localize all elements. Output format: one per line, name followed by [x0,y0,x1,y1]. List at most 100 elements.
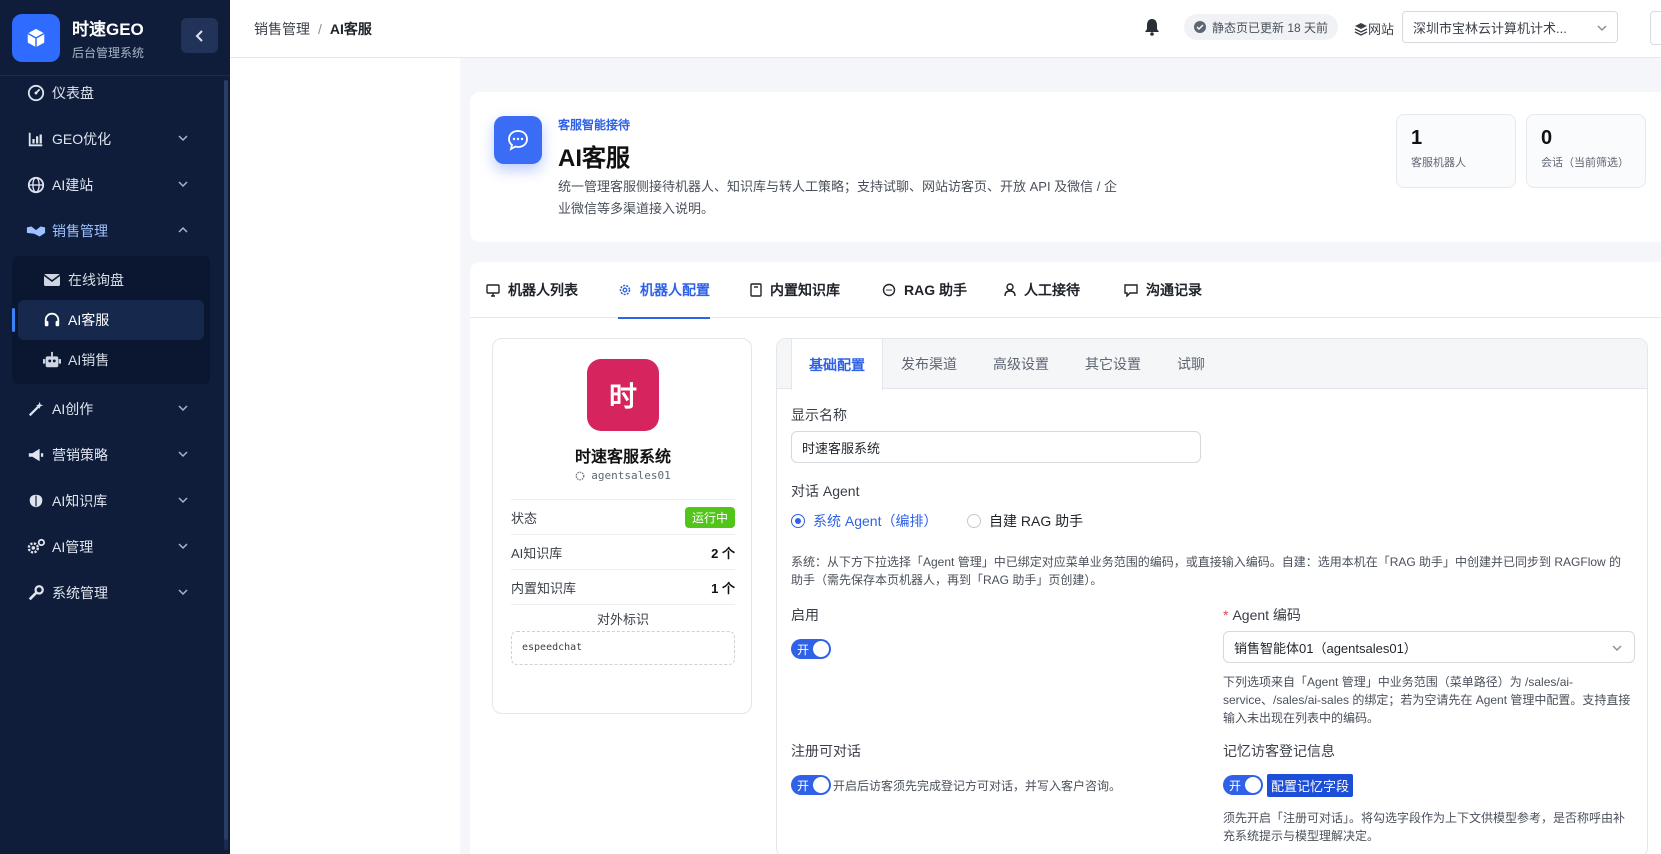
status-badge: 运行中 [684,506,735,528]
tab-bot-list[interactable]: 机器人列表 [486,262,578,318]
sidebar-nav: 仪表盘 GEO优化 AI建站 销售管理 在线询盘 AI客服 AI销售 AI创作 … [0,76,224,616]
sidebar-item-marketing[interactable]: 营销策略 [0,432,224,478]
info-row-status: 状态 运行中 [511,500,735,535]
sidebar-item-label: AI管理 [52,539,94,555]
bot-avatar: 时 [587,359,659,431]
site-select[interactable]: 深圳市宝林云计算机计术... [1402,11,1618,43]
radio-label: 自建 RAG 助手 [989,513,1084,529]
sidebar-item-ai-creation[interactable]: AI创作 [0,386,224,432]
page-description: 统一管理客服侧接待机器人、知识库与转人工策略；支持试聊、网站访客页、开放 API… [558,179,1118,216]
enable-label: 启用 [791,607,819,623]
register-label: 注册可对话 [791,743,861,759]
sidebar-item-online-inquiry[interactable]: 在线询盘 [12,260,210,300]
agent-code-select[interactable]: 销售智能体01（agentsales01） [1223,631,1635,663]
agent-code-value: 销售智能体01（agentsales01） [1234,640,1417,656]
radio-custom-rag[interactable]: 自建 RAG 助手 [967,511,1083,531]
enable-toggle[interactable]: 开 [791,639,831,659]
sidebar-item-label: AI建站 [52,177,94,193]
check-icon [1194,21,1206,33]
brand-logo-icon [12,13,60,62]
config-memory-fields-button[interactable]: 配置记忆字段 [1267,774,1354,797]
stat-label: 会话（当前筛选） [1541,157,1629,169]
stat-sessions: 0 会话（当前筛选） [1526,114,1646,188]
chevron-down-icon [178,135,188,142]
memory-toggle[interactable]: 开 [1223,775,1263,795]
sidebar-item-ai-service[interactable]: AI客服 [12,300,204,340]
display-name-label: 显示名称 [791,407,847,423]
chat-icon [882,283,896,297]
register-toggle[interactable]: 开 [791,775,831,795]
tab-builtin-kb[interactable]: 内置知识库 [750,262,840,318]
tab-rag-assistant[interactable]: RAG 助手 [882,262,967,318]
chevron-down-icon [178,405,188,412]
sidebar-item-ai-manage[interactable]: AI管理 [0,524,224,570]
agent-code-label: * Agent 编码 [1223,607,1301,623]
tab-label: RAG 助手 [904,282,967,298]
bot-name: 时速客服系统 [574,449,671,466]
brand-subtitle: 后台管理系统 [72,45,145,60]
tab-trial-chat[interactable]: 试聊 [1177,339,1205,389]
hero-card: 客服智能接待 AI客服 统一管理客服侧接待机器人、知识库与转人工策略；支持试聊、… [470,92,1661,242]
tab-chat-records[interactable]: 沟通记录 [1124,262,1202,318]
tab-bot-config[interactable]: 机器人配置 [618,262,710,319]
sidebar-item-knowledge[interactable]: AI知识库 [0,478,224,524]
page-title: AI客服 [558,145,630,172]
config-tabs: 基础配置 发布渠道 高级设置 其它设置 试聊 [777,339,1647,390]
tab-publish-channels[interactable]: 发布渠道 [901,339,957,389]
sidebar-item-label: 仪表盘 [52,85,94,101]
collapse-sidebar-button[interactable] [181,18,218,53]
radio-circle [967,514,981,528]
agent-code-label-text: Agent 编码 [1232,607,1301,623]
bell-icon[interactable] [1144,18,1160,41]
radio-circle [791,514,805,528]
tab-human-agent[interactable]: 人工接待 [1004,262,1080,318]
chevron-down-icon [1612,645,1622,652]
gears-icon [26,537,46,557]
info-label: 状态 [511,510,538,526]
external-id-value[interactable]: espeedchat [511,631,735,665]
register-hint: 开启后访客须先完成登记方可对话，并写入客户咨询。 [833,779,1122,793]
sidebar-item-ai-site[interactable]: AI建站 [0,162,224,208]
tab-advanced-settings[interactable]: 高级设置 [993,339,1049,389]
bot-summary-card: 时 时速客服系统 agentsales01 状态 运行中 AI知识库 2 个 内… [492,338,752,714]
sidebar-item-geo[interactable]: GEO优化 [0,116,224,162]
gear-icon [618,283,632,297]
chevron-up-icon [178,226,188,233]
tab-label: 机器人列表 [508,282,578,298]
chevron-left-icon [195,29,203,42]
tab-other-settings[interactable]: 其它设置 [1085,339,1141,389]
memory-hint: 须先开启「注册可对话」。将勾选字段作为上下文供模型参考，是否称呼由补充系统提示与… [1223,811,1626,843]
sidebar-item-label: 营销策略 [52,447,108,463]
content-left-spacer [230,58,460,854]
breadcrumb-separator: / [318,21,322,37]
sidebar-item-ai-sales[interactable]: AI销售 [12,340,210,380]
sidebar-item-label: AI销售 [68,352,110,368]
display-name-input[interactable]: 时速客服系统 [791,431,1201,463]
header-action-button[interactable] [1650,11,1661,45]
sidebar-scroll-thumb[interactable] [224,80,228,840]
tab-label: 沟通记录 [1146,282,1202,298]
breadcrumb-parent[interactable]: 销售管理 [254,21,310,37]
globe-icon [26,175,46,195]
sidebar-item-label: 在线询盘 [68,272,124,288]
stat-value: 0 [1541,127,1553,149]
config-card: 基础配置 发布渠道 高级设置 其它设置 试聊 显示名称 时速客服系统 对话 Ag… [776,338,1648,854]
envelope-icon [42,270,62,290]
info-label: AI知识库 [511,545,563,561]
sales-submenu: 在线询盘 AI客服 AI销售 [12,256,210,384]
chip-icon [575,471,585,481]
external-id-label: 对外标识 [596,612,649,627]
bot-code: agentsales01 [493,469,753,482]
site-select-value: 深圳市宝林云计算机计术... [1413,20,1567,36]
tab-basic-config[interactable]: 基础配置 [791,339,883,390]
user-icon [1004,283,1016,297]
sidebar-item-dashboard[interactable]: 仪表盘 [0,70,224,116]
message-icon [1124,283,1138,297]
sidebar: 时速GEO 后台管理系统 仪表盘 GEO优化 AI建站 销售管理 在线询盘 AI… [0,0,230,854]
sidebar-item-system[interactable]: 系统管理 [0,570,224,616]
chart-icon [26,129,46,149]
sidebar-item-sales[interactable]: 销售管理 [0,208,224,254]
info-value: 1 个 [711,580,735,596]
radio-system-agent[interactable]: 系统 Agent（编排） [791,511,937,531]
agent-code-hint: 下列选项来自「Agent 管理」中业务范围（菜单路径）为 /sales/ai-s… [1223,675,1631,725]
